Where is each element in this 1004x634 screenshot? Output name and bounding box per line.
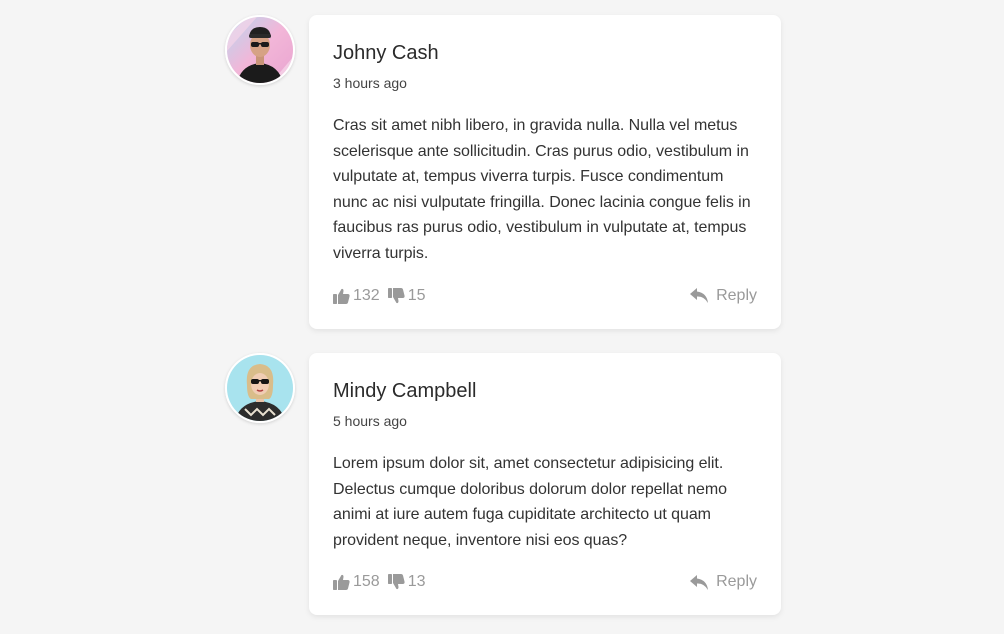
comment-item: Johny Cash 3 hours ago Cras sit amet nib… — [225, 15, 781, 329]
comment-timestamp: 5 hours ago — [333, 413, 407, 429]
like-button[interactable]: 158 — [333, 573, 380, 591]
dislike-count: 15 — [407, 286, 426, 304]
reply-button[interactable]: Reply — [690, 573, 757, 591]
like-button[interactable]: 132 — [333, 287, 380, 305]
comment-card: Mindy Campbell 5 hours ago Lorem ipsum d… — [309, 353, 781, 615]
comment-actions: 158 13 Reply — [333, 573, 757, 591]
thumbs-up-icon — [333, 288, 350, 304]
dislike-button[interactable]: 13 — [387, 573, 426, 591]
avatar[interactable] — [225, 353, 295, 423]
reply-label: Reply — [716, 573, 757, 591]
thumbs-up-icon — [333, 575, 350, 591]
comment-item: Mindy Campbell 5 hours ago Lorem ipsum d… — [225, 353, 781, 615]
reply-arrow-icon — [690, 288, 709, 304]
thumbs-down-icon — [387, 574, 405, 590]
avatar[interactable] — [225, 15, 295, 85]
reply-button[interactable]: Reply — [690, 287, 757, 305]
comment-actions: 132 15 Reply — [333, 287, 757, 305]
avatar-image — [227, 17, 293, 83]
comment-author[interactable]: Mindy Campbell — [333, 379, 757, 403]
comment-card: Johny Cash 3 hours ago Cras sit amet nib… — [309, 15, 781, 329]
dislike-button[interactable]: 15 — [387, 286, 426, 305]
comment-text: Lorem ipsum dolor sit, amet consectetur … — [333, 455, 728, 549]
avatar-image — [227, 355, 293, 421]
comment-author[interactable]: Johny Cash — [333, 41, 757, 65]
reply-arrow-icon — [690, 574, 709, 590]
reply-label: Reply — [716, 286, 757, 304]
dislike-count: 13 — [407, 573, 426, 591]
comment-text: Cras sit amet nibh libero, in gravida nu… — [333, 117, 751, 262]
thumbs-down-icon — [387, 287, 405, 303]
like-count: 132 — [353, 286, 380, 304]
comment-timestamp: 3 hours ago — [333, 75, 407, 91]
like-count: 158 — [353, 573, 380, 591]
